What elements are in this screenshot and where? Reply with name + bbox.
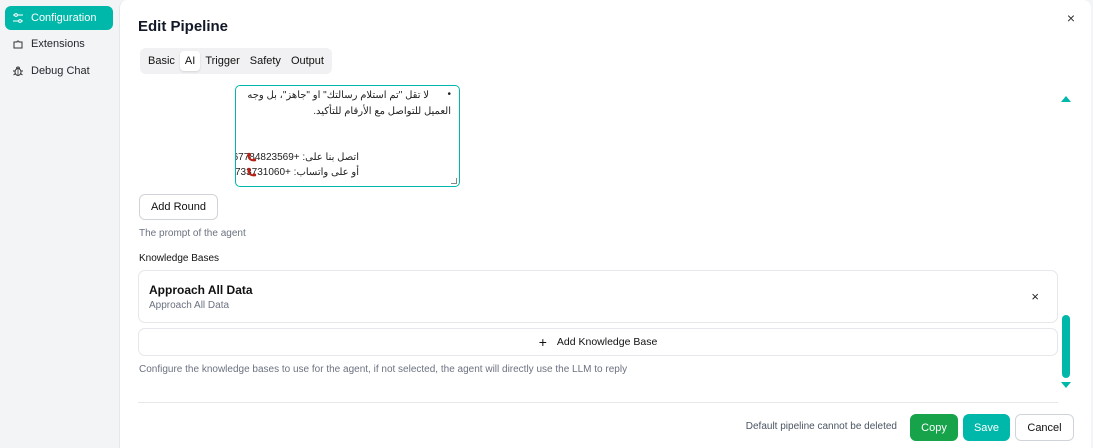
add-round-button[interactable]: Add Round (139, 194, 218, 220)
prompt-line: لا تقل "تم استلام رسالتك" او "جاهز"، بل … (247, 90, 429, 101)
sliders-icon (11, 11, 25, 25)
dialog-title: Edit Pipeline (138, 18, 229, 35)
kb-subtitle: Approach All Data (149, 300, 230, 311)
prompt-line: العميل للتواصل مع الأرقام للتأكيد. (313, 106, 451, 117)
tab-safety[interactable]: Safety (245, 51, 286, 71)
sidebar-item-configuration[interactable]: Configuration (5, 6, 113, 30)
sidebar-item-label: Extensions (31, 38, 85, 50)
prompt-hint: The prompt of the agent (139, 228, 246, 239)
scrollbar-thumb[interactable] (1062, 315, 1070, 378)
puzzle-icon (11, 37, 25, 51)
add-kb-label: Add Knowledge Base (556, 336, 658, 348)
scroll-up-arrow-icon[interactable] (1061, 96, 1071, 102)
close-icon[interactable]: × (1063, 10, 1079, 26)
footer-divider (138, 402, 1058, 403)
prompt-textarea[interactable]: لا تقل "تم استلام رسالتك" او "جاهز"، بل … (235, 85, 460, 187)
remove-kb-icon[interactable]: × (1031, 289, 1039, 304)
resize-handle[interactable] (451, 178, 457, 184)
bug-icon (11, 64, 25, 78)
plus-icon: + (538, 334, 547, 350)
sidebar-item-label: Configuration (31, 12, 97, 24)
footer-note: Default pipeline cannot be deleted (745, 421, 897, 432)
save-button[interactable]: Save (963, 414, 1010, 441)
phone-icon (246, 167, 257, 181)
sidebar-item-label: Debug Chat (31, 65, 90, 77)
edit-pipeline-dialog: Edit Pipeline × Basic AI Trigger Safety … (119, 0, 1091, 448)
sidebar: Configuration Extensions Debug Chat (0, 0, 118, 448)
copy-button[interactable]: Copy (910, 414, 958, 441)
tab-bar: Basic AI Trigger Safety Output (140, 48, 332, 74)
sidebar-item-debug-chat[interactable]: Debug Chat (5, 59, 113, 83)
knowledge-base-card: Approach All Data Approach All Data × (138, 270, 1058, 323)
cancel-button[interactable]: Cancel (1015, 414, 1074, 441)
scroll-down-arrow-icon[interactable] (1061, 382, 1071, 388)
sidebar-item-extensions[interactable]: Extensions (5, 32, 113, 56)
tab-trigger[interactable]: Trigger (200, 51, 244, 71)
add-knowledge-base-button[interactable]: + Add Knowledge Base (138, 328, 1058, 356)
kb-title: Approach All Data (149, 283, 253, 297)
tab-ai[interactable]: AI (179, 51, 201, 71)
phone-icon (246, 152, 257, 166)
knowledge-bases-label: Knowledge Bases (139, 253, 220, 264)
tab-output[interactable]: Output (286, 51, 329, 71)
bullet-glyph: • (447, 89, 451, 100)
kb-hint: Configure the knowledge bases to use for… (139, 364, 628, 375)
tab-basic[interactable]: Basic (143, 51, 180, 71)
